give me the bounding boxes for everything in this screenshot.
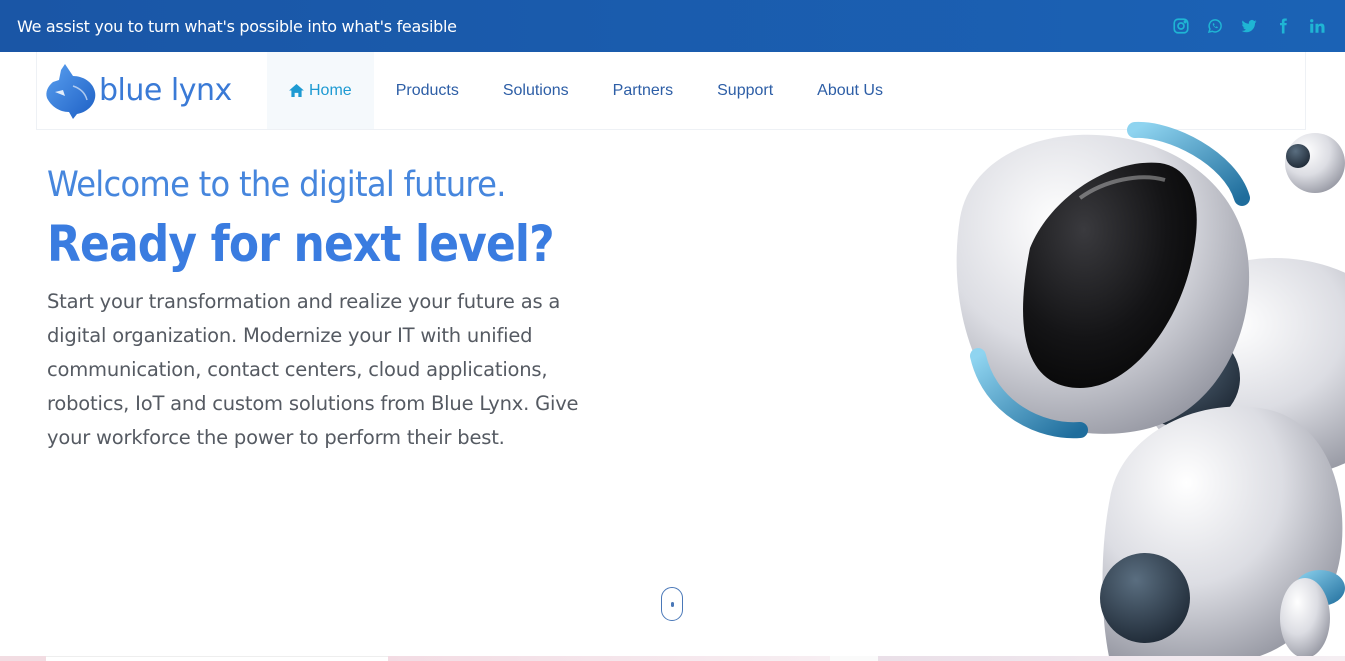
robot-illustration — [930, 118, 1345, 661]
hero-description: Start your transformation and realize yo… — [47, 290, 579, 449]
nav-support[interactable]: Support — [695, 52, 795, 129]
nav-solutions[interactable]: Solutions — [481, 52, 591, 129]
nav-home[interactable]: Home — [267, 52, 374, 129]
nav-home-label: Home — [309, 81, 352, 99]
brand-logo[interactable]: blue lynx — [37, 52, 267, 129]
facebook-icon[interactable] — [1273, 16, 1293, 36]
scroll-dot — [670, 602, 674, 607]
tagline: We assist you to turn what's possible in… — [17, 16, 457, 36]
bottom-strip — [0, 656, 1345, 661]
nav-products[interactable]: Products — [374, 52, 481, 129]
hero-headline: Ready for next level? — [47, 215, 555, 273]
lynx-logo-icon — [46, 63, 96, 119]
home-icon — [289, 84, 304, 97]
hero-subtitle: Welcome to the digital future. — [47, 165, 506, 205]
brand-name: blue lynx — [99, 73, 232, 108]
top-bar: We assist you to turn what's possible in… — [0, 0, 1345, 52]
social-links — [1171, 16, 1327, 36]
scroll-down-indicator[interactable] — [661, 587, 683, 621]
twitter-icon[interactable] — [1239, 16, 1259, 36]
linkedin-icon[interactable] — [1307, 16, 1327, 36]
hero-section: Welcome to the digital future. Ready for… — [47, 165, 607, 455]
instagram-icon[interactable] — [1171, 16, 1191, 36]
nav-partners[interactable]: Partners — [591, 52, 695, 129]
nav-about-us[interactable]: About Us — [795, 52, 905, 129]
whatsapp-icon[interactable] — [1205, 16, 1225, 36]
primary-nav: Home Products Solutions Partners Support… — [267, 52, 905, 129]
